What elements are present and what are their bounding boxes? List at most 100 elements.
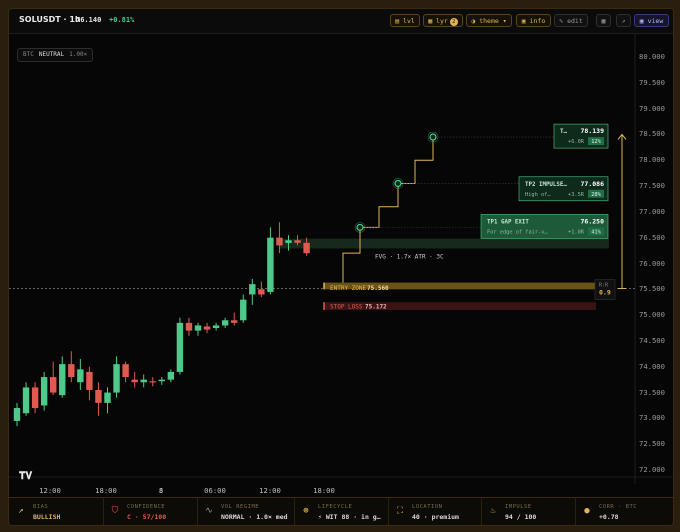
time-tick: 12:00	[39, 486, 61, 495]
stat-vol-regime[interactable]: ∿ VOL REGIME NORMAL · 1.0× med	[197, 498, 295, 525]
stat-value: +0.78	[599, 513, 619, 521]
window-frame: SOLUSDT · 1h 76.140 +0.81% ▤ lvl ▦ lyr 2 …	[0, 0, 680, 532]
candle-body	[113, 364, 120, 393]
theme-button[interactable]: ◑ theme ▾	[466, 14, 512, 27]
target-pct: 41%	[591, 229, 601, 235]
lvl-label: lvl	[403, 17, 415, 25]
price-tick: 78.500	[639, 129, 665, 139]
last-price: 76.140	[76, 16, 102, 24]
candle-body	[158, 379, 165, 382]
info-button[interactable]: ▣ info	[516, 14, 551, 27]
target-pct: 12%	[591, 139, 601, 145]
expand-button[interactable]: ↗	[616, 14, 631, 27]
candle-body	[77, 369, 84, 383]
candle-body	[122, 364, 129, 378]
top-toolbar: SOLUSDT · 1h 76.140 +0.81% ▤ lvl ▦ lyr 2 …	[9, 9, 673, 34]
stat-label: LOCATION	[412, 504, 443, 510]
stat-label: LIFECYCLE	[318, 504, 353, 510]
target-sub: For edge of fair-v…	[487, 229, 548, 235]
price-tick: 79.500	[639, 77, 665, 87]
candle-body	[303, 242, 310, 254]
grid-icon: ▦	[601, 17, 606, 25]
price-change: +0.81%	[109, 16, 135, 24]
target-marker	[429, 133, 437, 141]
candle-body	[249, 284, 256, 295]
ref-symbol: BTC	[23, 51, 34, 58]
flame-icon: ♨	[490, 506, 496, 516]
price-tick: 78.000	[639, 155, 665, 165]
price-tick: 73.000	[639, 413, 665, 423]
price-chart[interactable]: FVG · 1.7× ATR · 3C ENTRY ZONE 75.560 STOP …	[9, 34, 673, 497]
target-gain: +3.5R	[568, 192, 585, 198]
edit-button[interactable]: ✎ edit	[554, 14, 588, 27]
candle-body	[212, 325, 220, 329]
price-tick: 73.500	[639, 387, 665, 397]
candle-body	[86, 371, 93, 390]
entry-zone-value: 75.560	[367, 285, 389, 292]
stat-bias[interactable]: ↗ BIAS BULLISH	[9, 498, 104, 525]
wave-icon: ∿	[205, 506, 213, 516]
location-icon: ⛶	[396, 506, 404, 516]
target-marker	[356, 223, 364, 231]
stat-value: 40 · premium	[412, 513, 459, 521]
lyr-button[interactable]: ▦ lyr 2	[423, 14, 463, 27]
cycle-icon: ⊛	[303, 506, 309, 516]
chart-app: SOLUSDT · 1h 76.140 +0.81% ▤ lvl ▦ lyr 2 …	[8, 8, 674, 526]
rr-value: 0.9	[599, 289, 611, 297]
price-tick: 79.000	[639, 103, 665, 113]
candle-body	[276, 237, 283, 246]
candle-body	[95, 389, 102, 403]
candle-body	[13, 408, 21, 421]
target-name: TP2 IMPULSE…	[525, 182, 567, 188]
stat-corr-btc[interactable]: ● CORR · BTC +0.78	[575, 498, 673, 525]
target-value: 77.086	[581, 180, 605, 188]
candle-body	[167, 371, 175, 380]
target-pct: 28%	[591, 192, 601, 198]
coin-icon: ●	[584, 506, 590, 516]
time-tick: 12:00	[259, 486, 281, 495]
time-tick: 8	[158, 486, 164, 495]
view-icon: ▣	[639, 17, 644, 25]
candle-body	[194, 325, 202, 331]
candle-body	[258, 289, 265, 295]
candle-body	[203, 326, 211, 330]
screenshot-button[interactable]: ▦	[596, 14, 611, 27]
candle-body	[285, 240, 292, 243]
stat-value: 94 / 100	[505, 513, 537, 521]
chart-area[interactable]: FVG · 1.7× ATR · 3C ENTRY ZONE 75.560 STOP …	[9, 34, 673, 495]
stat-label: BIAS	[33, 504, 49, 510]
candle-body	[176, 322, 184, 372]
stat-lifecycle[interactable]: ⊛ LIFECYCLE ⚡ WIT 88 · in g…	[294, 498, 389, 525]
layers-icon: ▦	[428, 17, 433, 25]
candle-body	[185, 322, 193, 331]
view-button[interactable]: ▣ view	[634, 14, 669, 27]
stat-value: C · 57/100	[127, 513, 167, 521]
shield-icon: ⛉	[111, 506, 119, 516]
symbol-label[interactable]: SOLUSDT · 1h	[19, 15, 81, 24]
candle-body	[267, 237, 274, 292]
palette-icon: ◑	[471, 17, 476, 25]
candle-body	[240, 299, 247, 321]
price-tick: 74.000	[639, 361, 665, 371]
entry-zone-label: ENTRY ZONE	[330, 285, 367, 292]
stat-impulse[interactable]: ♨ IMPULSE 94 / 100	[481, 498, 576, 525]
stat-value: ⚡ WIT 88 · in g…	[318, 513, 381, 521]
price-tick: 75.000	[639, 310, 665, 320]
candle-body	[140, 379, 147, 383]
candle-body	[231, 320, 238, 323]
edit-label: edit	[567, 17, 583, 25]
state-value: NEUTRAL	[38, 51, 65, 58]
fvg-label: FVG · 1.7× ATR · 3C	[375, 253, 444, 260]
stat-label: IMPULSE	[505, 504, 532, 510]
lvl-button[interactable]: ▤ lvl	[390, 14, 420, 27]
lyr-label: lyr	[436, 17, 448, 25]
stat-confidence[interactable]: ⛉ CONFIDENCE C · 57/100	[103, 498, 198, 525]
target-gain: +1.0R	[568, 229, 585, 235]
price-tick: 76.000	[639, 258, 665, 268]
stat-value: BULLISH	[33, 513, 61, 521]
market-state-pill: BTC NEUTRAL 1.00×	[17, 48, 94, 62]
candle-body	[40, 377, 48, 406]
stat-label: VOL REGIME	[221, 504, 260, 510]
info-icon: ▣	[521, 17, 526, 25]
stat-location[interactable]: ⛶ LOCATION 40 · premium	[388, 498, 482, 525]
